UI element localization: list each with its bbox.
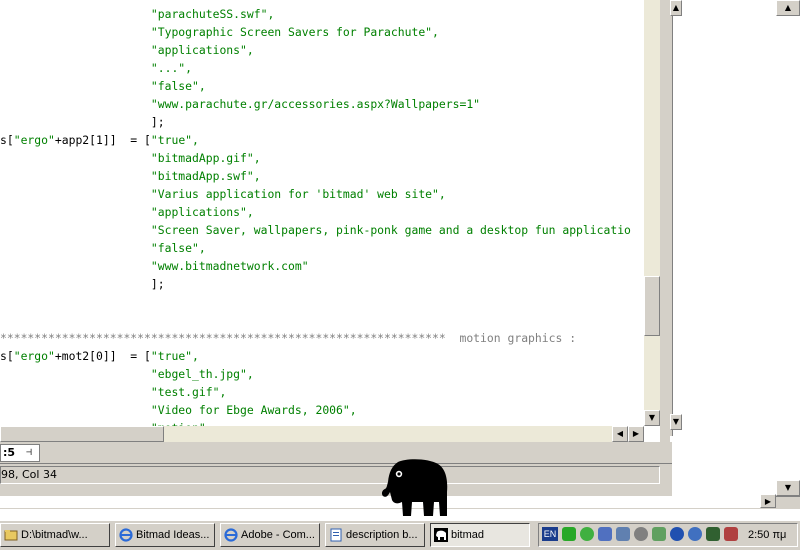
- star-icon[interactable]: [706, 527, 720, 541]
- code-editor[interactable]: "parachuteSS.swf", "Typographic Screen S…: [0, 0, 644, 426]
- code-line[interactable]: "www.bitmadnetwork.com": [0, 257, 309, 275]
- code-token: ];: [0, 277, 165, 291]
- folder-icon: [4, 530, 18, 541]
- code-token: s[: [0, 133, 14, 147]
- string-token: "www.bitmadnetwork.com": [0, 259, 309, 273]
- clock[interactable]: 2:50 πμ: [748, 527, 786, 543]
- string-token: "bitmadApp.swf",: [0, 169, 261, 183]
- taskbar-item-label: D:\bitmad\w...: [21, 529, 88, 541]
- code-line[interactable]: "bitmadApp.swf",: [0, 167, 261, 185]
- string-token: "bitmadApp.gif",: [0, 151, 261, 165]
- code-line[interactable]: "Varius application for 'bitmad' web sit…: [0, 185, 446, 203]
- string-token: "parachuteSS.swf",: [0, 7, 275, 21]
- string-token: "ergo": [13, 133, 55, 147]
- scroll-down-arrow-icon[interactable]: ▼: [644, 410, 660, 426]
- code-line[interactable]: ];: [0, 275, 165, 293]
- code-token: ];: [0, 115, 165, 129]
- divider: [0, 463, 672, 464]
- code-token: +app2[1]] = [: [54, 133, 151, 147]
- network-disconnected-icon[interactable]: [598, 527, 612, 541]
- internet-explorer-icon: [224, 528, 238, 542]
- inner-scroll-down-arrow-icon[interactable]: ▼: [670, 414, 682, 430]
- disc-icon[interactable]: [634, 527, 648, 541]
- internet-explorer-icon: [119, 528, 133, 542]
- elephant-logo-icon: [381, 459, 448, 516]
- background-panel: [672, 0, 776, 496]
- string-token: "Screen Saver, wallpapers, pink-ponk gam…: [0, 223, 631, 237]
- taskbar-item-label: description b...: [346, 529, 418, 541]
- string-token: "www.parachute.gr/accessories.aspx?Wallp…: [0, 97, 481, 111]
- document-tab-label: :5: [3, 446, 16, 459]
- scroll-right-arrow-icon[interactable]: ▶: [628, 426, 644, 442]
- taskbar-item-folder[interactable]: D:\bitmad\w...: [0, 523, 110, 547]
- taskbar-item-bitmad-ideas[interactable]: Bitmad Ideas...: [115, 523, 215, 547]
- outer-scroll-right-arrow-icon[interactable]: ▶: [760, 494, 776, 508]
- taskbar-item-adobe[interactable]: Adobe - Com...: [220, 523, 320, 547]
- taskbar-item-description[interactable]: description b...: [325, 523, 425, 547]
- code-line[interactable]: "false",: [0, 77, 206, 95]
- editor-vertical-scrollbar[interactable]: [644, 0, 660, 426]
- editor-vertical-scrollbar-thumb[interactable]: [644, 276, 660, 336]
- code-token: +mot2[0]] = [: [54, 349, 151, 363]
- code-line[interactable]: "Typographic Screen Savers for Parachute…: [0, 23, 439, 41]
- taskbar-item-label: Adobe - Com...: [241, 529, 315, 541]
- update-icon[interactable]: [688, 527, 702, 541]
- panel-splitter[interactable]: [660, 0, 673, 436]
- taskbar-item-bitmad[interactable]: bitmad: [430, 523, 530, 547]
- comment-token: ****************************************…: [0, 331, 577, 345]
- code-line[interactable]: "applications",: [0, 41, 254, 59]
- string-token: "applications",: [0, 205, 254, 219]
- code-line[interactable]: "ebgel_th.jpg",: [0, 365, 254, 383]
- string-token: "false",: [0, 79, 206, 93]
- string-token: "Video for Ebge Awards, 2006",: [0, 403, 357, 417]
- code-line[interactable]: ****************************************…: [0, 329, 576, 347]
- volume-icon[interactable]: [724, 527, 738, 541]
- code-line[interactable]: "false",: [0, 239, 206, 257]
- string-token: "ebgel_th.jpg",: [0, 367, 254, 381]
- info-icon[interactable]: [670, 527, 684, 541]
- status-bar: 98, Col 34: [0, 466, 660, 484]
- code-line[interactable]: "Video for Ebge Awards, 2006",: [0, 401, 357, 419]
- document-icon: [330, 528, 342, 542]
- shield-icon[interactable]: [562, 527, 576, 541]
- taskbar-item-label: bitmad: [451, 529, 485, 541]
- code-line[interactable]: "parachuteSS.swf",: [0, 5, 274, 23]
- gear-icon[interactable]: [652, 527, 666, 541]
- string-token: "Varius application for 'bitmad' web sit…: [0, 187, 446, 201]
- string-token: "applications",: [0, 43, 254, 57]
- code-line[interactable]: "motion",: [0, 419, 213, 426]
- code-line[interactable]: "applications",: [0, 203, 254, 221]
- code-line[interactable]: "...",: [0, 59, 192, 77]
- string-token: "true",: [150, 349, 199, 363]
- elephant-icon: [434, 528, 448, 542]
- code-token: s[: [0, 349, 14, 363]
- scroll-left-arrow-icon[interactable]: ◀: [612, 426, 628, 442]
- string-token: "test.gif",: [0, 385, 227, 399]
- pin-icon[interactable]: ⊣: [26, 447, 38, 459]
- language-indicator[interactable]: EN: [542, 527, 558, 541]
- network-icon[interactable]: [616, 527, 630, 541]
- string-token: "...",: [0, 61, 193, 75]
- code-line[interactable]: ];: [0, 113, 165, 131]
- messenger-icon[interactable]: [580, 527, 594, 541]
- code-line[interactable]: "www.parachute.gr/accessories.aspx?Wallp…: [0, 95, 480, 113]
- outer-vertical-scrollbar[interactable]: [776, 0, 800, 508]
- outer-scroll-up-arrow-icon[interactable]: ▲: [776, 0, 800, 16]
- code-line[interactable]: "Screen Saver, wallpapers, pink-ponk gam…: [0, 221, 631, 239]
- string-token: "true",: [150, 133, 199, 147]
- code-line[interactable]: s["ergo"+mot2[0]] = ["true",: [0, 347, 199, 365]
- inner-scroll-up-arrow-icon[interactable]: ▲: [670, 0, 682, 16]
- editor-horizontal-scrollbar-thumb[interactable]: [0, 426, 164, 442]
- taskbar-item-label: Bitmad Ideas...: [136, 529, 210, 541]
- string-token: "ergo": [13, 349, 55, 363]
- status-text: 98, Col 34: [1, 468, 57, 481]
- code-line[interactable]: s["ergo"+app2[1]] = ["true",: [0, 131, 199, 149]
- code-line[interactable]: "bitmadApp.gif",: [0, 149, 261, 167]
- outer-scroll-down-arrow-icon[interactable]: ▼: [776, 480, 800, 496]
- string-token: "Typographic Screen Savers for Parachute…: [0, 25, 439, 39]
- code-line[interactable]: "test.gif",: [0, 383, 226, 401]
- string-token: "false",: [0, 241, 206, 255]
